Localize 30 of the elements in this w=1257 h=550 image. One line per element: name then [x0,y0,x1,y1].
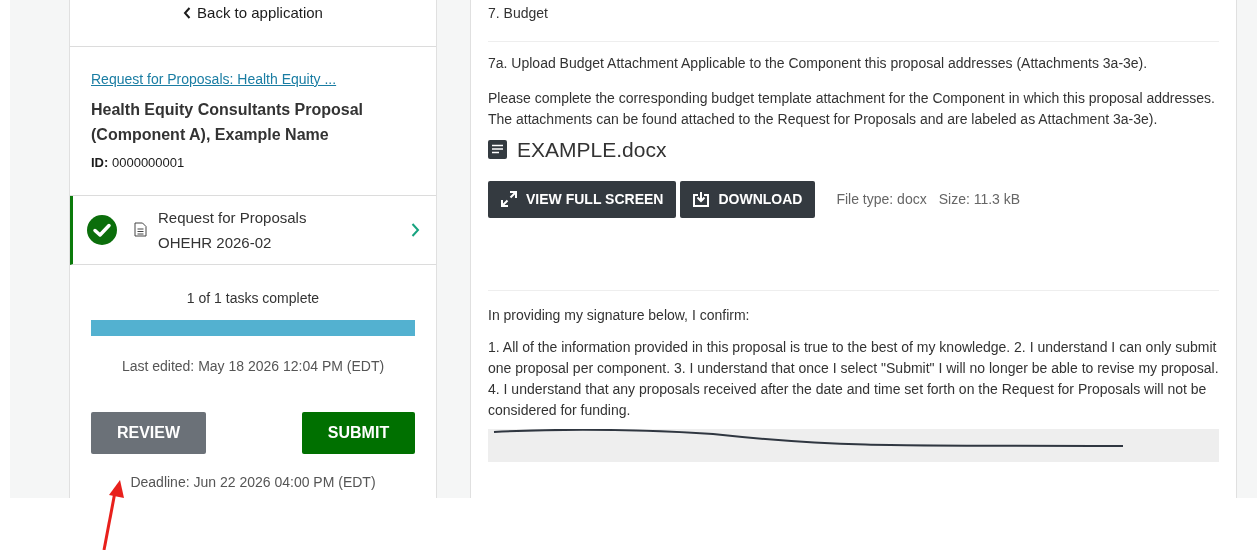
deadline-text: Deadline: Jun 22 2026 04:00 PM (EDT) [130,472,376,492]
progress-text: 1 of 1 tasks complete [186,288,320,308]
back-link[interactable]: Back to application [183,4,323,22]
review-button[interactable]: REVIEW [91,411,206,454]
check-circle-icon [87,214,117,245]
document-icon [134,222,147,237]
proposal-id: ID: 0000000001 [91,154,186,172]
confirm-intro: In providing my signature below, I confirm: [488,305,751,325]
file-type-text: File type: docx [836,189,927,209]
full-screen-button[interactable]: VIEW FULL SCREEN [488,180,677,218]
expand-icon [501,191,517,207]
download-button[interactable]: DOWNLOAD [680,180,816,218]
last-edited-text: Last edited: May 18 2026 12:04 PM (EDT) [121,356,385,376]
file-name: EXAMPLE.docx [517,137,667,163]
submit-button[interactable]: SUBMIT [302,411,415,454]
instructions-text: Please complete the corresponding budget template attachment for the Component in which this proposal addresses. The attachments can be found attached to the Request for Proposals and are labeled as Attachment 3a-3e). [488,89,1216,129]
file-size-text: Size: 11.3 kB [938,189,1021,209]
chevron-left-icon [183,7,192,19]
chevron-right-icon [411,222,420,237]
question-text: 7a. Upload Budget Attachment Applicable to the Component this proposal addresses (Attachments 3a-3e). [488,54,1149,73]
rfp-link[interactable]: Request for Proposals: Health Equity ... [91,69,415,89]
download-icon [693,191,710,207]
section-heading: 7. Budget [488,4,548,23]
task-item[interactable]: Request for Proposals OHEHR 2026-02 [70,195,436,265]
document-icon [488,140,507,160]
proposal-title: Health Equity Consultants Proposal (Component A), Example Name [91,100,365,145]
task-subtitle: OHEHR 2026-02 [158,232,273,253]
signature-field[interactable] [488,428,1219,462]
task-title: Request for Proposals [158,207,308,228]
confirm-text: 1. All of the information provided in this proposal is true to the best of my knowledge. 2. I understand I can only submit one proposal per component. 3. I understand that once I select "Submit" I will no longer be able to revise my proposal. 4. I understand that any proposals received after the date and time set forth on the Request for Proposals will not be considered for funding. [488,337,1219,420]
